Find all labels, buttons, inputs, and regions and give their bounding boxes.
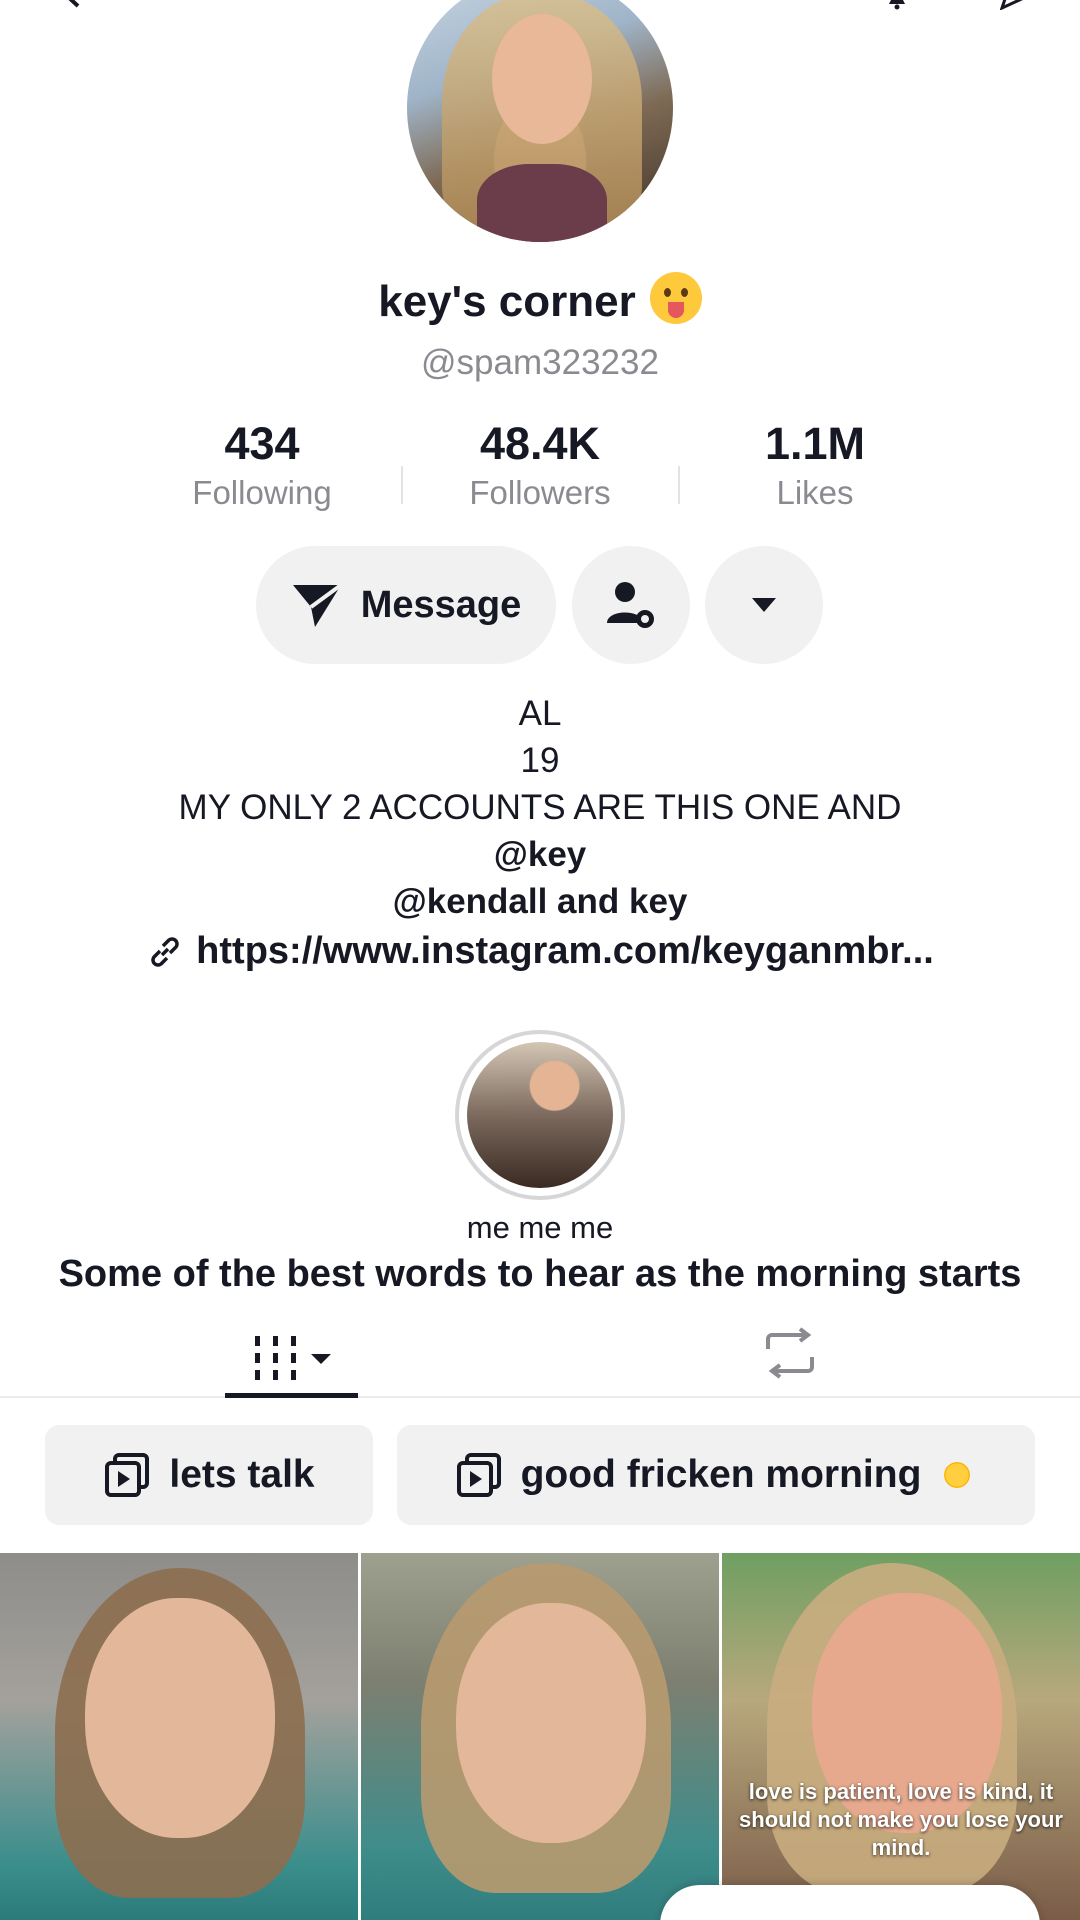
back-icon[interactable]	[60, 0, 86, 8]
playlists: lets talk good fricken morning	[0, 1425, 1080, 1525]
display-name-row: key's corner	[0, 272, 1080, 327]
followers-label: Followers	[469, 474, 611, 511]
bio-line: AL	[518, 694, 562, 733]
playlist-label: lets talk	[169, 1453, 315, 1496]
user-gear-icon	[607, 582, 654, 628]
story-highlight-label: me me me	[466, 1210, 614, 1245]
thumbnail-face	[85, 1598, 275, 1838]
video-grid-icon	[254, 1336, 331, 1380]
playlist-icon	[105, 1453, 150, 1497]
stat-divider	[401, 466, 403, 504]
following-count: 434	[224, 418, 300, 469]
active-tab-indicator	[225, 1393, 358, 1398]
stat-followers[interactable]: 48.4K Followers	[420, 418, 660, 512]
video-grid: love is patient, love is kind, it should…	[0, 1553, 1080, 1920]
video-thumbnail[interactable]: love is patient, love is kind, it should…	[722, 1553, 1080, 1920]
profile-actions: Message	[0, 546, 1080, 664]
send-icon	[292, 583, 342, 627]
caret-down-icon	[752, 598, 776, 612]
profile-avatar[interactable]	[407, 0, 673, 242]
message-label: Message	[360, 583, 522, 626]
bio-link[interactable]: https://www.instagram.com/keyganmbr...	[0, 930, 1080, 973]
followers-count: 48.4K	[479, 418, 601, 469]
display-name: key's corner	[378, 277, 636, 326]
playlist-icon	[456, 1453, 501, 1497]
user-settings-button[interactable]	[572, 546, 690, 664]
likes-label: Likes	[776, 474, 854, 511]
tab-reposts[interactable]	[755, 1318, 825, 1388]
story-highlight[interactable]	[455, 1030, 625, 1200]
bio-link-text: https://www.instagram.com/keyganmbr...	[196, 930, 934, 972]
bio-line: 19	[520, 741, 560, 780]
bio-line: MY ONLY 2 ACCOUNTS ARE THIS ONE AND	[178, 788, 902, 827]
sun-emoji-icon	[937, 1455, 978, 1495]
bio: AL 19 MY ONLY 2 ACCOUNTS ARE THIS ONE AN…	[0, 690, 1080, 925]
avatar-top	[477, 164, 607, 242]
following-label: Following	[192, 474, 332, 511]
avatar-face	[492, 14, 592, 144]
content-tabs	[0, 1310, 1080, 1398]
pinned-caption: Some of the best words to hear as the mo…	[58, 1253, 1022, 1295]
bottom-floating-pill[interactable]	[660, 1885, 1040, 1920]
video-thumbnail[interactable]	[0, 1553, 358, 1920]
username-handle: @spam323232	[421, 343, 659, 382]
suggested-dropdown-button[interactable]	[705, 546, 823, 664]
link-icon	[151, 937, 179, 967]
share-icon[interactable]	[1000, 0, 1030, 10]
repost-icon	[766, 1327, 814, 1379]
tab-videos[interactable]	[225, 1318, 360, 1398]
stat-likes[interactable]: 1.1M Likes	[695, 418, 935, 512]
video-thumbnail[interactable]	[361, 1553, 719, 1920]
stat-following[interactable]: 434 Following	[142, 418, 382, 512]
profile-stats: 434 Following 48.4K Followers 1.1M Likes	[0, 418, 1080, 518]
bio-mention[interactable]: @key	[0, 831, 1080, 878]
stat-divider	[678, 466, 680, 504]
story-highlight-thumbnail	[467, 1042, 613, 1188]
thumbnail-face	[456, 1603, 646, 1843]
playlist-good-fricken-morning[interactable]: good fricken morning	[397, 1425, 1035, 1525]
message-button[interactable]: Message	[256, 546, 556, 664]
likes-count: 1.1M	[764, 418, 866, 469]
bio-mention[interactable]: @kendall and key	[0, 878, 1080, 925]
playlist-lets-talk[interactable]: lets talk	[45, 1425, 373, 1525]
playlist-label: good fricken morning	[520, 1453, 922, 1496]
video-overlay-text: love is patient, love is kind, it should…	[739, 1779, 1063, 1860]
tongue-out-emoji-icon	[649, 272, 702, 324]
notification-bell-icon[interactable]	[885, 0, 909, 10]
